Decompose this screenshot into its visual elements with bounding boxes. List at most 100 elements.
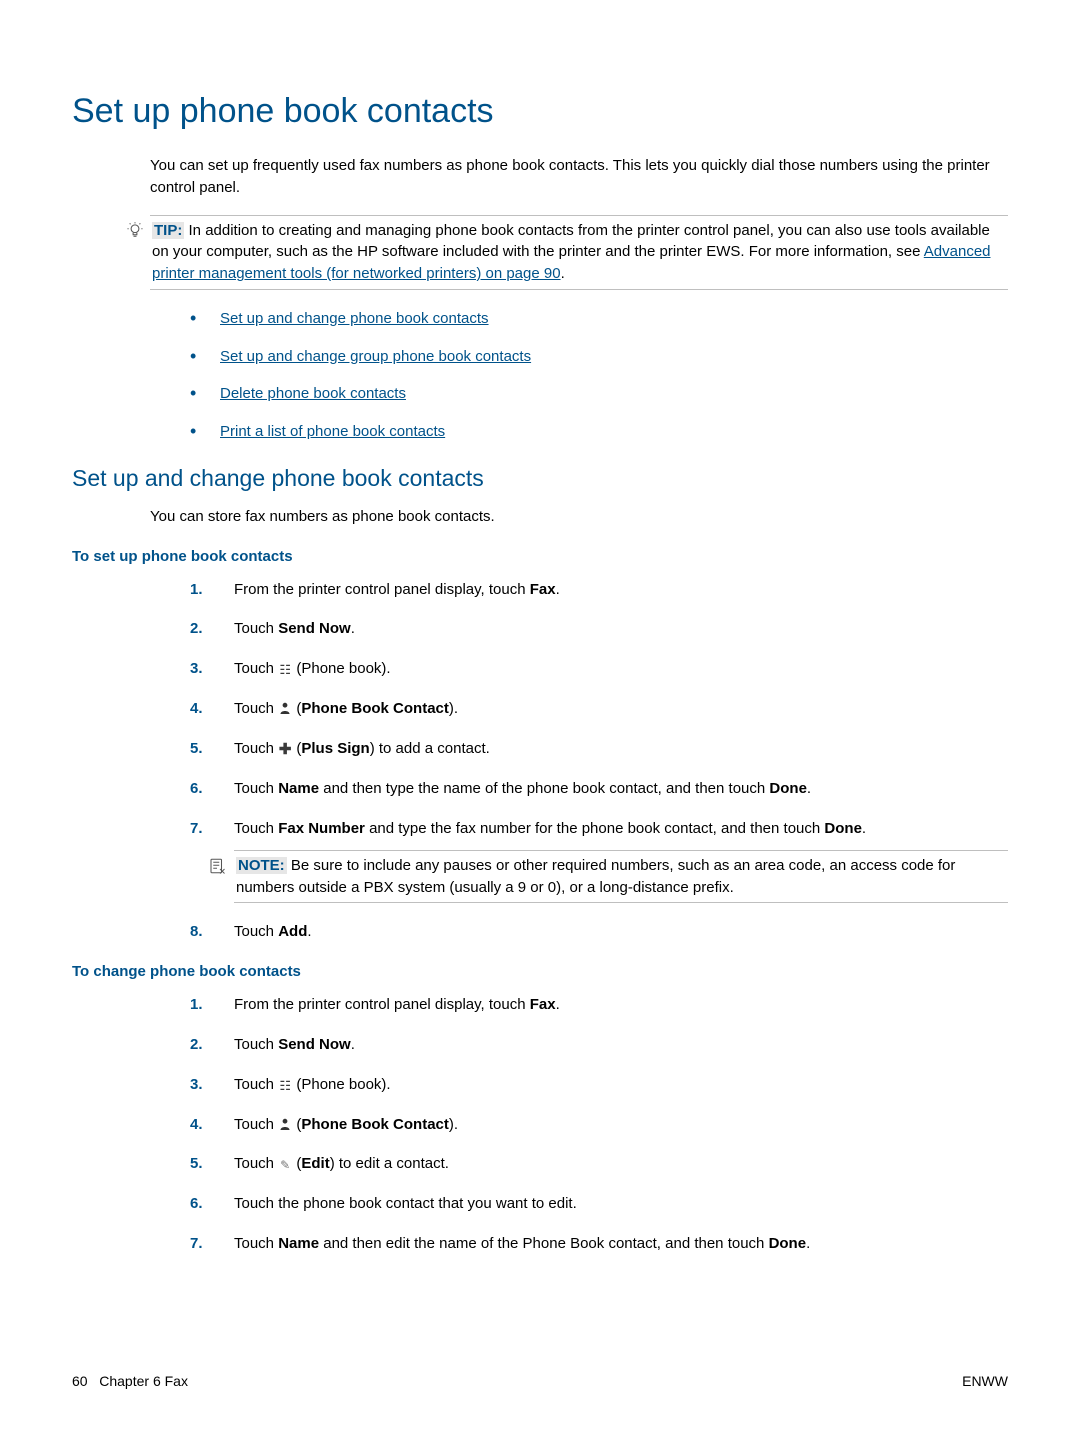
section-intro: You can store fax numbers as phone book … xyxy=(150,506,1000,528)
step-number: 6. xyxy=(190,778,203,800)
ui-label-done: Done xyxy=(769,1235,807,1252)
ui-label-phonebook-contact: Phone Book Contact xyxy=(301,1116,449,1133)
toc-link[interactable]: Delete phone book contacts xyxy=(220,385,406,402)
step-number: 7. xyxy=(190,1233,203,1255)
section-heading: Set up and change phone book contacts xyxy=(72,465,1008,492)
step-text: Touch xyxy=(234,1036,278,1053)
phonebook-icon: ☷ xyxy=(278,661,292,680)
page-footer: 60 Chapter 6 Fax ENWW xyxy=(72,1373,1008,1389)
ui-label-name: Name xyxy=(278,780,319,797)
toc-link[interactable]: Print a list of phone book contacts xyxy=(220,423,445,440)
step-text: Touch xyxy=(234,820,278,837)
person-icon xyxy=(278,701,292,720)
step-text: . xyxy=(307,923,311,940)
plus-icon: ✚ xyxy=(278,739,292,761)
step-item: 1. From the printer control panel displa… xyxy=(190,994,1008,1016)
step-text: ( xyxy=(292,700,301,717)
step-item: 2. Touch Send Now. xyxy=(190,1034,1008,1056)
step-text: . xyxy=(556,581,560,598)
ui-label-fax: Fax xyxy=(530,581,556,598)
step-number: 3. xyxy=(190,658,203,680)
step-text: Touch xyxy=(234,620,278,637)
step-item: 5. Touch ✚ (Plus Sign) to add a contact. xyxy=(190,738,1008,761)
step-text: From the printer control panel display, … xyxy=(234,581,530,598)
step-item: 7. Touch Fax Number and type the fax num… xyxy=(190,818,1008,903)
tip-body-after: . xyxy=(561,265,565,282)
toc-item: Set up and change group phone book conta… xyxy=(190,346,1008,368)
divider xyxy=(234,850,1008,851)
ui-label-plus-sign: Plus Sign xyxy=(301,740,369,757)
tip-callout: TIP: In addition to creating and managin… xyxy=(150,215,1008,290)
tip-label: TIP: xyxy=(152,222,184,239)
step-item: 6. Touch Name and then type the name of … xyxy=(190,778,1008,800)
step-text: ) to add a contact. xyxy=(370,740,490,757)
step-text: ) to edit a contact. xyxy=(330,1155,449,1172)
step-number: 8. xyxy=(190,921,203,943)
ui-label-phonebook-contact: Phone Book Contact xyxy=(301,700,449,717)
procedure-title: To set up phone book contacts xyxy=(72,548,1008,565)
ui-label-done: Done xyxy=(824,820,862,837)
ui-label-send-now: Send Now xyxy=(278,620,351,637)
ui-label-fax-number: Fax Number xyxy=(278,820,365,837)
toc-item: Delete phone book contacts xyxy=(190,383,1008,405)
step-text: ( xyxy=(292,1155,301,1172)
step-text: . xyxy=(862,820,866,837)
step-text: . xyxy=(806,1235,810,1252)
toc-link[interactable]: Set up and change phone book contacts xyxy=(220,310,489,327)
intro-paragraph: You can set up frequently used fax numbe… xyxy=(150,155,1000,199)
step-number: 1. xyxy=(190,579,203,601)
step-text: and then type the name of the phone book… xyxy=(319,780,769,797)
step-item: 3. Touch ☷ (Phone book). xyxy=(190,1074,1008,1096)
person-icon xyxy=(278,1117,292,1136)
step-item: 7. Touch Name and then edit the name of … xyxy=(190,1233,1008,1255)
step-item: 4. Touch (Phone Book Contact). xyxy=(190,698,1008,720)
step-number: 7. xyxy=(190,818,203,840)
step-item: 3. Touch ☷ (Phone book). xyxy=(190,658,1008,680)
step-text: . xyxy=(807,780,811,797)
toc-link[interactable]: Set up and change group phone book conta… xyxy=(220,348,531,365)
step-number: 4. xyxy=(190,1114,203,1136)
intro-block: You can set up frequently used fax numbe… xyxy=(150,155,1000,199)
step-number: 2. xyxy=(190,1034,203,1056)
step-text: and type the fax number for the phone bo… xyxy=(365,820,825,837)
note-icon xyxy=(208,855,230,878)
ui-label-add: Add xyxy=(278,923,307,940)
page-title: Set up phone book contacts xyxy=(72,92,1008,131)
step-item: 8. Touch Add. xyxy=(190,921,1008,943)
step-item: 6. Touch the phone book contact that you… xyxy=(190,1193,1008,1215)
step-text: Touch xyxy=(234,700,278,717)
step-number: 3. xyxy=(190,1074,203,1096)
note-text: NOTE: Be sure to include any pauses or o… xyxy=(236,855,1008,899)
step-text: (Phone book). xyxy=(292,660,390,677)
step-number: 5. xyxy=(190,738,203,760)
step-text: Touch the phone book contact that you wa… xyxy=(234,1195,577,1212)
divider xyxy=(234,902,1008,903)
footer-right: ENWW xyxy=(962,1373,1008,1389)
step-text: Touch xyxy=(234,923,278,940)
step-text: ). xyxy=(449,700,458,717)
step-text: and then edit the name of the Phone Book… xyxy=(319,1235,769,1252)
divider xyxy=(150,215,1008,216)
step-number: 2. xyxy=(190,618,203,640)
step-text: Touch xyxy=(234,1116,278,1133)
toc-list: Set up and change phone book contacts Se… xyxy=(190,308,1008,443)
step-text: . xyxy=(351,620,355,637)
procedure-steps: 1. From the printer control panel displa… xyxy=(190,994,1008,1254)
page-number: 60 xyxy=(72,1373,88,1389)
tip-body-before: In addition to creating and managing pho… xyxy=(152,222,990,261)
step-number: 6. xyxy=(190,1193,203,1215)
step-item: 2. Touch Send Now. xyxy=(190,618,1008,640)
step-text: Touch xyxy=(234,660,278,677)
ui-label-send-now: Send Now xyxy=(278,1036,351,1053)
step-text: . xyxy=(556,996,560,1013)
step-text: Touch xyxy=(234,1235,278,1252)
step-text: Touch xyxy=(234,740,278,757)
document-page: Set up phone book contacts You can set u… xyxy=(0,0,1080,1437)
procedure-steps: 1. From the printer control panel displa… xyxy=(190,579,1008,944)
note-body: Be sure to include any pauses or other r… xyxy=(236,857,955,896)
lightbulb-icon xyxy=(126,220,146,244)
chapter-label: Chapter 6 Fax xyxy=(99,1373,188,1389)
step-text: ( xyxy=(292,1116,301,1133)
divider xyxy=(150,289,1008,290)
ui-label-done: Done xyxy=(769,780,807,797)
